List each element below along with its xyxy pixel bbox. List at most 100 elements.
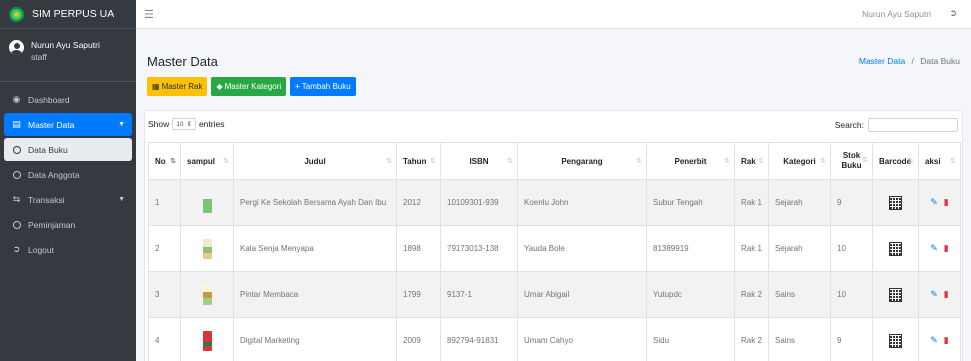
sidebar-item-data-buku[interactable]: Data Buku [4,138,132,161]
sidebar: SIM PERPUS UA Nurun Ayu Saputri staff ◉ … [0,0,136,361]
breadcrumb-link[interactable]: Master Data [859,56,905,66]
qr-code-icon[interactable] [889,241,902,256]
master-kategori-label: Master Kategori [224,82,282,91]
book-cover-image[interactable] [202,284,212,305]
cell-no: 2 [148,225,181,272]
master-rak-label: Master Rak [161,82,203,91]
cell-judul: Pintar Membaca [233,271,397,318]
edit-icon[interactable]: ✎ [930,335,938,346]
user-role: staff [31,52,47,62]
column-label: Stok [842,151,861,160]
qr-code-icon[interactable] [889,333,902,348]
column-label: Pengarang [561,156,603,166]
edit-icon[interactable]: ✎ [930,197,938,208]
brand[interactable]: SIM PERPUS UA [0,0,136,29]
cell-judul: Digital Marketing [233,317,397,361]
column-header-tahun[interactable]: Tahun ⇅ [396,142,441,180]
cell-sampul [180,225,234,272]
cell-rak: Rak 2 [734,317,769,361]
column-header-aksi[interactable]: aksi ⇅ [918,142,961,180]
cell-kategori: Sains [768,271,831,318]
user-panel: Nurun Ayu Saputri staff [0,29,136,82]
edit-icon[interactable]: ✎ [930,289,938,300]
cell-penerbit: Yutupdc [646,271,735,318]
column-label: Buku [841,161,862,170]
sign-out-icon: ➲ [12,244,21,254]
column-header-barcode[interactable]: Barcode ⇅ [872,142,919,180]
cell-kategori: Sejarah [768,179,831,226]
shelf-icon: ▦ [152,82,160,91]
main-content: Master Data Master Data / Data Buku ▦ Ma… [136,29,971,361]
table-header-row: No ⇅ sampul ⇅ Judul ⇅ Tahun ⇅ ISBN ⇅ Pengaran… [148,142,961,180]
tambah-buku-button[interactable]: + Tambah Buku [290,77,356,96]
trash-icon[interactable]: ▮ [944,289,949,300]
column-label: Judul [304,156,326,166]
sort-icon: ⇅ [724,158,730,165]
circle-icon [11,145,22,154]
column-header-no[interactable]: No ⇅ [148,142,181,180]
column-header-penerbit[interactable]: Penerbit ⇅ [646,142,735,180]
book-cover-image[interactable] [202,192,212,213]
trash-icon[interactable]: ▮ [944,197,949,208]
cell-no: 4 [148,317,181,361]
sidebar-item-dashboard[interactable]: ◉ Dashboard [4,88,132,111]
column-header-kategori[interactable]: Kategori ⇅ [768,142,831,180]
tag-icon: ◆ [216,82,223,91]
sidebar-item-transaksi[interactable]: ⇆ Transaksi ▼ [4,188,132,211]
cell-sampul [180,317,234,361]
column-header-pengarang[interactable]: Pengarang ⇅ [517,142,647,180]
table-controls: Show 10 ⇕ entries Search: [145,111,962,137]
logout-icon[interactable]: ➲ [949,8,957,19]
sidebar-item-logout[interactable]: ➲ Logout [4,238,132,261]
column-header-sampul[interactable]: sampul ⇅ [180,142,234,180]
column-label: sampul [187,156,216,166]
column-header-rak[interactable]: Rak ⇅ [734,142,769,180]
cell-barcode [872,271,919,318]
trash-icon[interactable]: ▮ [944,243,949,254]
cell-no: 1 [148,179,181,226]
chevron-down-icon: ▼ [118,196,125,203]
sidebar-item-label: Dashboard [28,94,70,105]
qr-code-icon[interactable] [889,287,902,302]
master-rak-button[interactable]: ▦ Master Rak [147,77,208,96]
search-input[interactable] [868,118,958,132]
books-table: No ⇅ sampul ⇅ Judul ⇅ Tahun ⇅ ISBN ⇅ Pengaran… [148,142,961,361]
sort-icon: ⇅ [758,158,764,165]
cell-sampul [180,271,234,318]
qr-code-icon[interactable] [889,195,902,210]
master-kategori-button[interactable]: ◆ Master Kategori [211,77,287,96]
column-header-isbn[interactable]: ISBN ⇅ [440,142,518,180]
cell-isbn: 79173013-138 [440,225,518,272]
cell-aksi: ✎ ▮ [918,179,961,226]
trash-icon[interactable]: ▮ [944,335,949,346]
column-header-stok-buku[interactable]: Stok Buku ⇅ [830,142,873,180]
sort-icon: ⇅ [862,157,868,164]
cell-barcode [872,317,919,361]
sidebar-item-data-anggota[interactable]: Data Anggota [4,163,132,186]
action-buttons: ▦ Master Rak ◆ Master Kategori + Tambah … [147,77,356,96]
top-user-name[interactable]: Nurun Ayu Saputri [862,9,931,19]
entries-length-select[interactable]: 10 ⇕ [172,118,196,130]
column-label: aksi [925,156,941,166]
cell-aksi: ✎ ▮ [918,271,961,318]
sort-icon: ⇅ [507,158,513,165]
tambah-buku-label: Tambah Buku [301,82,351,91]
cell-stok: 9 [830,179,873,226]
cell-pengarang: Yauda Bole [517,225,647,272]
user-name[interactable]: Nurun Ayu Saputri [31,39,100,51]
select-arrows-icon: ⇕ [186,121,192,128]
column-label: Penerbit [674,156,707,166]
menu-icon[interactable]: ☰ [144,8,154,21]
column-header-judul[interactable]: Judul ⇅ [233,142,397,180]
column-label: ISBN [469,156,489,166]
brand-logo-icon [9,6,24,22]
cell-stok: 10 [830,225,873,272]
sort-icon: ⇅ [386,158,392,165]
sidebar-item-peminjaman[interactable]: Peminjaman [4,213,132,236]
edit-icon[interactable]: ✎ [930,243,938,254]
cell-penerbit: Sidu [646,317,735,361]
book-cover-image[interactable] [202,330,212,351]
book-cover-image[interactable] [202,238,212,259]
cell-isbn: 9137-1 [440,271,518,318]
sidebar-item-master-data[interactable]: ▤ Master Data ▼ [4,113,132,136]
